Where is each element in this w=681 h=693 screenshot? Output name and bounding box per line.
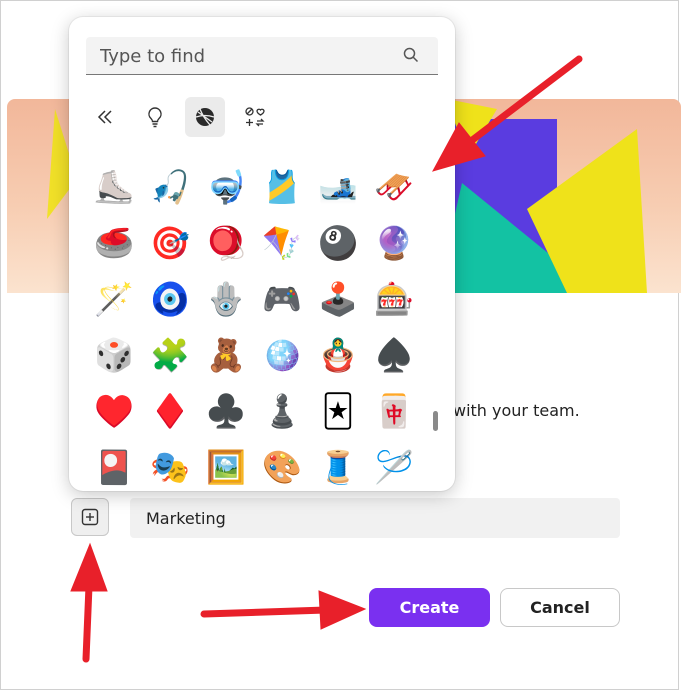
emoji-sled[interactable]: 🛷 [373, 166, 415, 208]
emoji-puzzle-piece[interactable]: 🧩 [149, 334, 191, 376]
emoji-skis[interactable]: 🎿 [317, 166, 359, 208]
emoji-joker[interactable]: 🃏 [317, 390, 359, 432]
emoji-picker-popup: ⛸️ 🎣 🤿 🎽 🎿 🛷 🥌 🎯 🪀 🪁 🎱 🔮 🪄 🧿 🪬 🎮 🕹️ 🎰 🎲 🧩 🧸 🪩 🪆 ♠️ ♥️ ♦️ ♣️ ♟️ 🃏 🀄 🎴 🎭 🖼… [69, 17, 455, 491]
emoji-row: 🎴 🎭 🖼️ 🎨 🧵 🪡 [93, 446, 429, 491]
emoji-game-die[interactable]: 🎲 [93, 334, 135, 376]
emoji-row: ♥️ ♦️ ♣️ ♟️ 🃏 🀄 [93, 390, 429, 436]
double-chevron-left-icon [97, 110, 112, 124]
add-emoji-button[interactable] [71, 498, 109, 536]
emoji-crystal-ball[interactable]: 🔮 [373, 222, 415, 264]
category-activities-button[interactable] [185, 97, 225, 137]
category-objects-button[interactable] [135, 97, 175, 137]
helper-text: with your team. [453, 401, 580, 420]
emoji-fishing-pole[interactable]: 🎣 [149, 166, 191, 208]
emoji-search-box [86, 37, 438, 75]
arrow-to-add-button-head [70, 542, 108, 592]
emoji-row: ⛸️ 🎣 🤿 🎽 🎿 🛷 [93, 166, 429, 212]
emoji-chess-pawn[interactable]: ♟️ [261, 390, 303, 432]
team-name-input[interactable] [130, 498, 620, 538]
emoji-sewing-needle[interactable]: 🪡 [373, 446, 415, 488]
emoji-nesting-dolls[interactable]: 🪆 [317, 334, 359, 376]
category-back-button[interactable] [85, 97, 125, 137]
emoji-joystick[interactable]: 🕹️ [317, 278, 359, 320]
emoji-spade-suit[interactable]: ♠️ [373, 334, 415, 376]
emoji-pool-8-ball[interactable]: 🎱 [317, 222, 359, 264]
emoji-row: 🎲 🧩 🧸 🪩 🪆 ♠️ [93, 334, 429, 380]
arrow-to-create-head [318, 590, 367, 630]
create-button[interactable]: Create [369, 588, 490, 627]
emoji-row: 🥌 🎯 🪀 🪁 🎱 🔮 [93, 222, 429, 268]
category-symbols-button[interactable] [235, 97, 275, 137]
emoji-direct-hit[interactable]: 🎯 [149, 222, 191, 264]
search-icon[interactable] [402, 46, 420, 68]
emoji-heart-suit[interactable]: ♥️ [93, 390, 135, 432]
emoji-kite[interactable]: 🪁 [261, 222, 303, 264]
emoji-row: 🪄 🧿 🪬 🎮 🕹️ 🎰 [93, 278, 429, 324]
emoji-ice-skate[interactable]: ⛸️ [93, 166, 135, 208]
emoji-diamond-suit[interactable]: ♦️ [149, 390, 191, 432]
emoji-performing-arts[interactable]: 🎭 [149, 446, 191, 488]
emoji-magic-wand[interactable]: 🪄 [93, 278, 135, 320]
emoji-slot-machine[interactable]: 🎰 [373, 278, 415, 320]
emoji-artist-palette[interactable]: 🎨 [261, 446, 303, 488]
cancel-button[interactable]: Cancel [500, 588, 620, 627]
emoji-search-input[interactable] [98, 37, 392, 75]
emoji-flower-playing-cards[interactable]: 🎴 [93, 446, 135, 488]
emoji-teddy-bear[interactable]: 🧸 [205, 334, 247, 376]
lightbulb-icon [148, 107, 162, 128]
emoji-mirror-ball[interactable]: 🪩 [261, 334, 303, 376]
emoji-nazar-amulet[interactable]: 🧿 [149, 278, 191, 320]
emoji-framed-picture[interactable]: 🖼️ [205, 446, 247, 488]
emoji-club-suit[interactable]: ♣️ [205, 390, 247, 432]
emoji-thread[interactable]: 🧵 [317, 446, 359, 488]
emoji-hamsa[interactable]: 🪬 [205, 278, 247, 320]
emoji-diving-mask[interactable]: 🤿 [205, 166, 247, 208]
picker-scrollbar-thumb[interactable] [433, 411, 438, 431]
basketball-icon [195, 108, 215, 126]
arrow-to-add-button [82, 582, 93, 663]
arrow-to-create [200, 606, 330, 618]
plus-square-icon [81, 508, 99, 526]
emoji-curling-stone[interactable]: 🥌 [93, 222, 135, 264]
dialog-frame: with your team. Create Cancel [0, 0, 681, 690]
emoji-video-game[interactable]: 🎮 [261, 278, 303, 320]
emoji-mahjong-red-dragon[interactable]: 🀄 [373, 390, 415, 432]
emoji-running-shirt[interactable]: 🎽 [261, 166, 303, 208]
emoji-yo-yo[interactable]: 🪀 [205, 222, 247, 264]
symbols-icon [245, 107, 265, 127]
